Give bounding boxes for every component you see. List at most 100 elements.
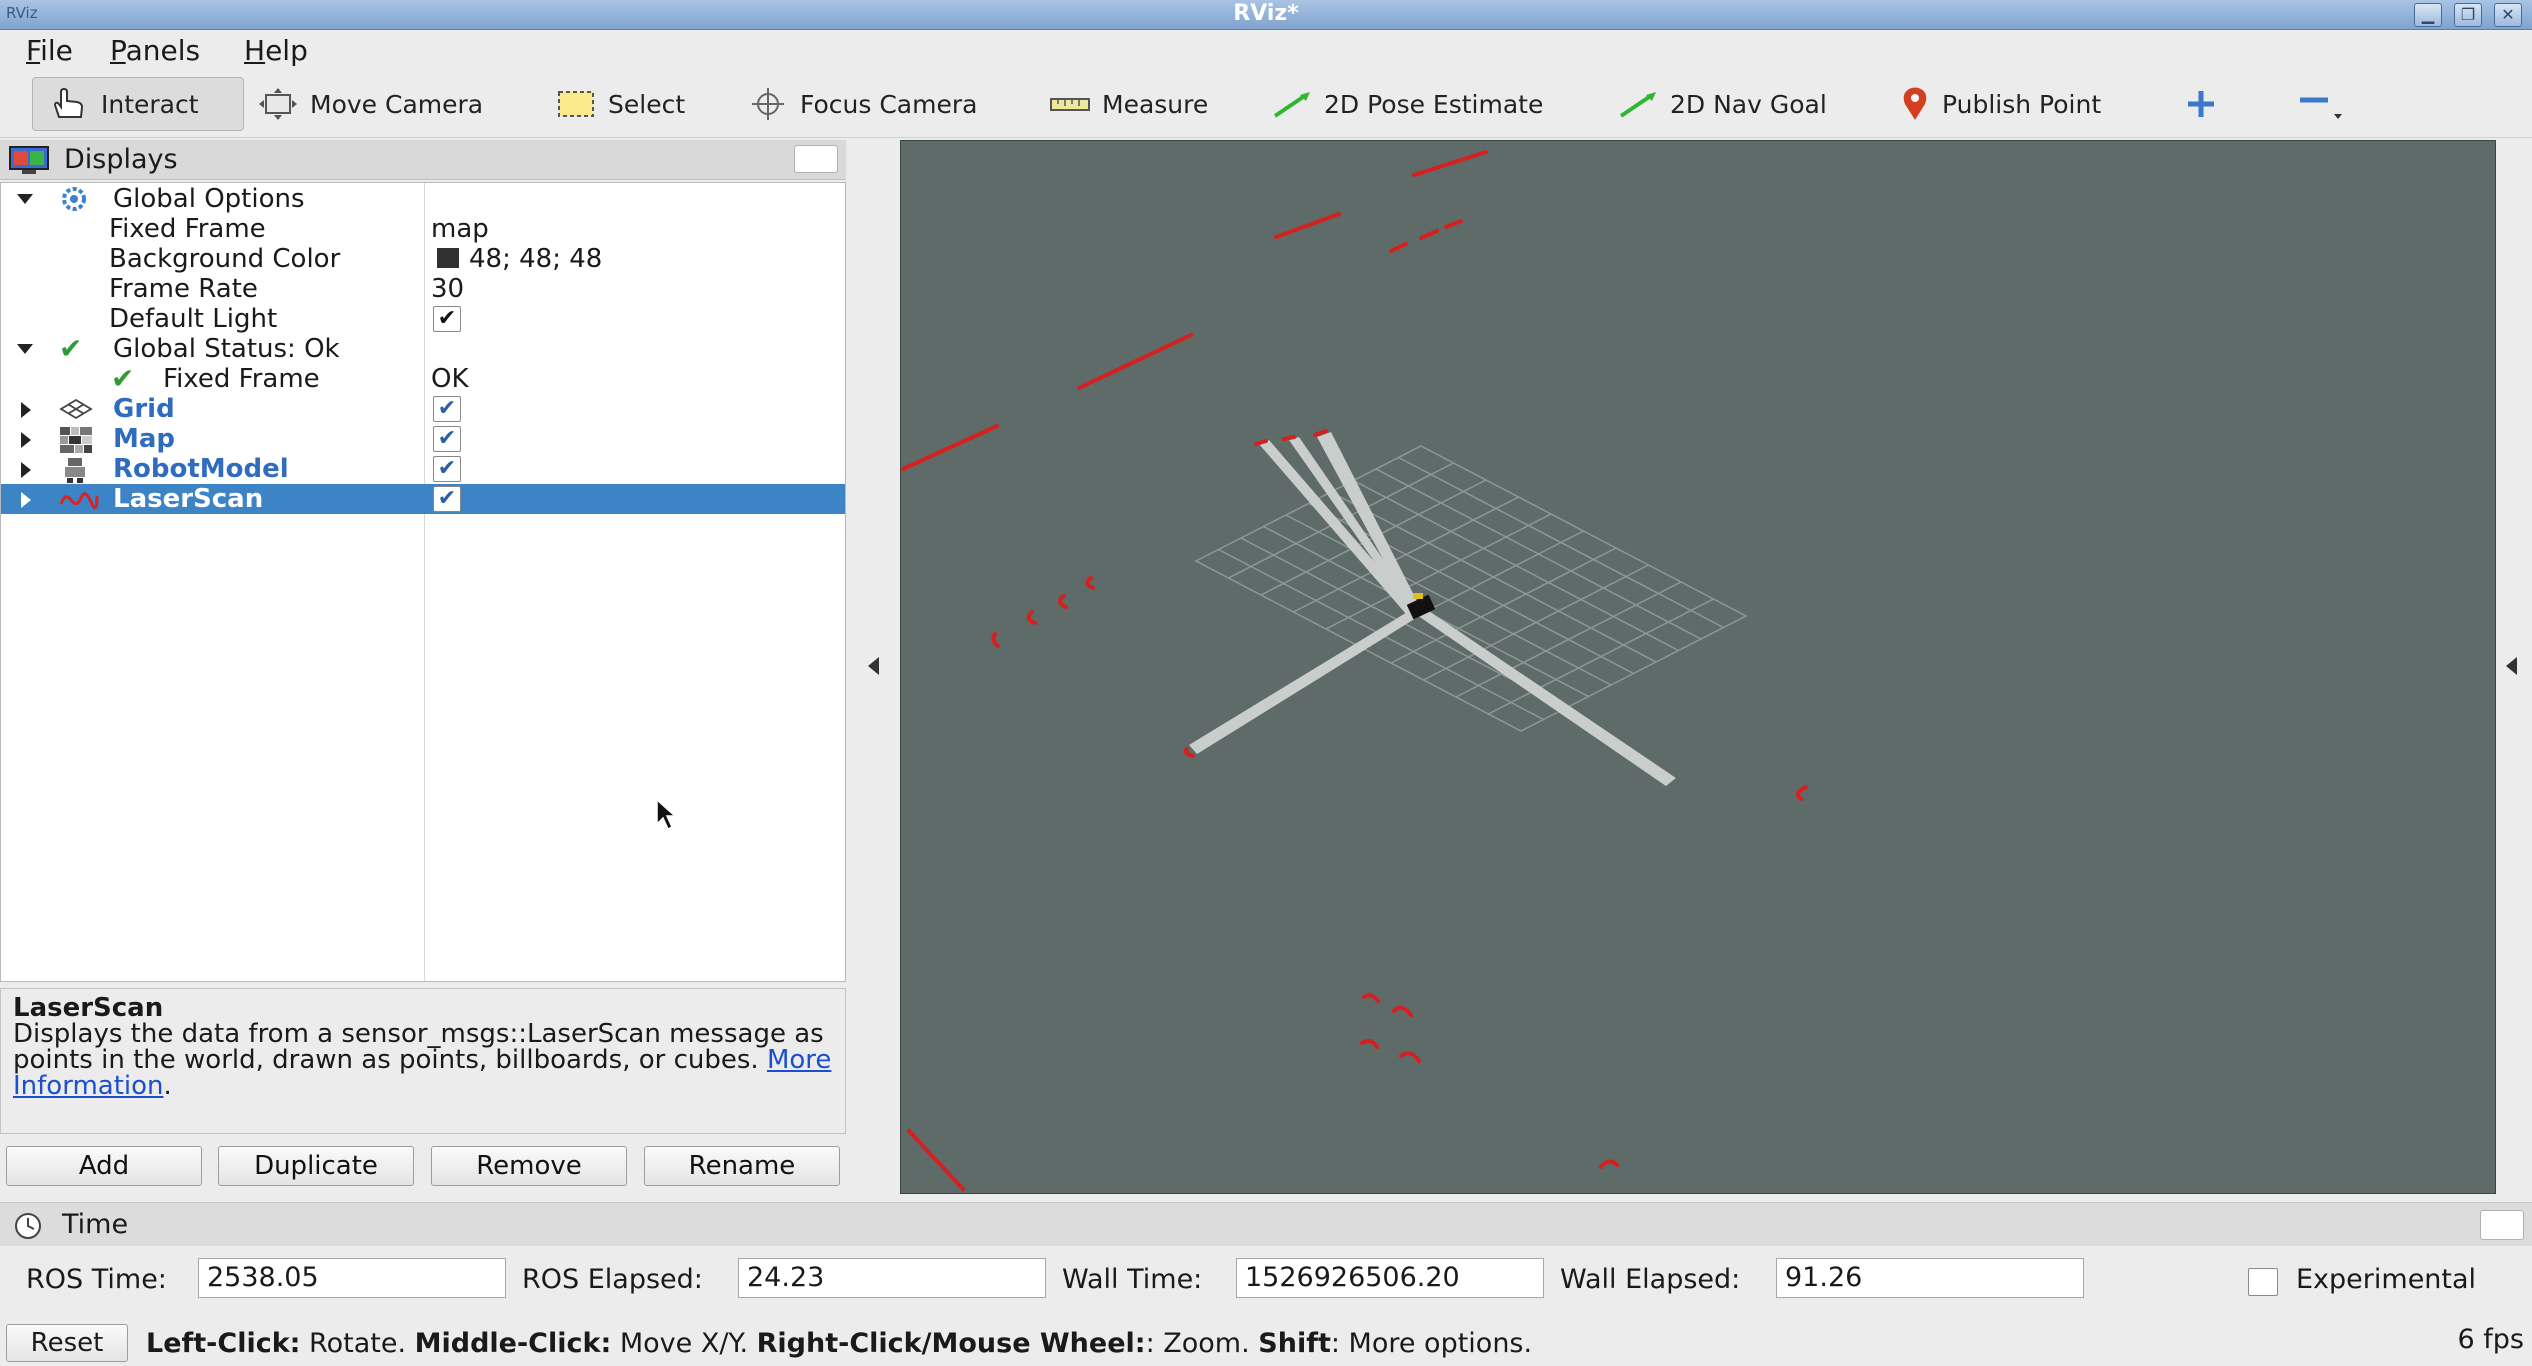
right-panel-strip bbox=[2496, 140, 2532, 1194]
select-label: Select bbox=[608, 89, 686, 119]
map-checkbox[interactable]: ✔ bbox=[433, 426, 461, 452]
tree-row-global-options[interactable]: Global Options bbox=[1, 184, 845, 214]
maximize-button[interactable]: ❐ bbox=[2454, 3, 2482, 27]
select-tool[interactable]: Select bbox=[556, 77, 685, 131]
hand-icon bbox=[49, 87, 89, 121]
wall-time-label: Wall Time: bbox=[1062, 1264, 1203, 1295]
wall-elapsed-field[interactable]: 91.26 bbox=[1776, 1258, 2084, 1298]
menu-help[interactable]: Help bbox=[244, 34, 308, 67]
expand-arrow-icon[interactable] bbox=[21, 402, 31, 418]
time-title: Time bbox=[62, 1209, 129, 1240]
menu-file[interactable]: File bbox=[26, 34, 73, 67]
color-swatch bbox=[437, 247, 459, 268]
menu-bar: File Panels Help bbox=[0, 30, 2532, 70]
remove-button[interactable]: Remove bbox=[431, 1146, 627, 1186]
focus-camera-label: Focus Camera bbox=[800, 89, 978, 119]
grid-checkbox[interactable]: ✔ bbox=[433, 396, 461, 422]
measure-label: Measure bbox=[1102, 89, 1209, 119]
status-fixed-frame-label: Fixed Frame bbox=[163, 364, 320, 394]
render-viewport[interactable] bbox=[900, 140, 2496, 1194]
window-title: RViz* bbox=[1233, 1, 1299, 26]
experimental-checkbox[interactable] bbox=[2248, 1268, 2278, 1296]
displays-undock-button[interactable] bbox=[794, 145, 838, 173]
publish-point-tool[interactable]: Publish Point bbox=[1900, 77, 2101, 131]
global-status-label: Global Status: Ok bbox=[113, 334, 340, 364]
time-panel: ROS Time: 2538.05 ROS Elapsed: 24.23 Wal… bbox=[0, 1248, 2532, 1314]
map-icon bbox=[59, 426, 92, 453]
robotmodel-label: RobotModel bbox=[113, 454, 289, 484]
grid-label: Grid bbox=[113, 394, 175, 424]
laserscan-checkbox[interactable]: ✔ bbox=[433, 486, 461, 512]
tree-row-map[interactable]: Map ✔ bbox=[1, 424, 845, 454]
collapse-right-icon[interactable] bbox=[2506, 657, 2517, 675]
map-pin-icon bbox=[1900, 86, 1930, 122]
toolbar: Interact Move Camera Select Focus Camera… bbox=[0, 70, 2532, 138]
grid-icon bbox=[59, 396, 93, 422]
frame-rate-value[interactable]: 30 bbox=[431, 274, 464, 304]
add-tool-button[interactable] bbox=[2184, 77, 2230, 131]
scene-canvas[interactable] bbox=[901, 141, 2495, 1193]
pose-estimate-tool[interactable]: 2D Pose Estimate bbox=[1272, 77, 1543, 131]
rename-button[interactable]: Rename bbox=[644, 1146, 840, 1186]
frame-rate-label: Frame Rate bbox=[109, 274, 258, 304]
reset-button[interactable]: Reset bbox=[6, 1324, 128, 1362]
displays-panel-header: Displays bbox=[0, 140, 846, 180]
expand-arrow-icon[interactable] bbox=[21, 462, 31, 478]
ros-elapsed-field[interactable]: 24.23 bbox=[738, 1258, 1046, 1298]
close-button[interactable]: ✕ bbox=[2494, 3, 2522, 27]
pose-estimate-label: 2D Pose Estimate bbox=[1324, 89, 1544, 119]
ros-time-label: ROS Time: bbox=[26, 1264, 167, 1295]
wall-time-field[interactable]: 1526926506.20 bbox=[1236, 1258, 1544, 1298]
time-panel-header: Time bbox=[0, 1202, 2532, 1246]
minimize-button[interactable]: ▁ bbox=[2414, 3, 2442, 27]
nav-goal-label: 2D Nav Goal bbox=[1670, 89, 1827, 119]
tree-row-fixed-frame[interactable]: Fixed Frame map bbox=[1, 214, 845, 244]
experimental-label: Experimental bbox=[2296, 1264, 2477, 1295]
remove-tool-button[interactable] bbox=[2298, 77, 2356, 131]
background-color-value[interactable]: 48; 48; 48 bbox=[437, 244, 602, 274]
add-button[interactable]: Add bbox=[6, 1146, 202, 1186]
interact-tool[interactable]: Interact bbox=[32, 77, 244, 131]
checkmark-icon: ✔ bbox=[111, 362, 135, 395]
tree-row-background-color[interactable]: Background Color 48; 48; 48 bbox=[1, 244, 845, 274]
panel-splitter[interactable] bbox=[846, 140, 900, 1200]
fixed-frame-value[interactable]: map bbox=[431, 214, 489, 244]
laser-scan-points bbox=[901, 150, 1808, 1191]
tree-row-global-status[interactable]: ✔ Global Status: Ok bbox=[1, 332, 845, 365]
tree-row-frame-rate[interactable]: Frame Rate 30 bbox=[1, 274, 845, 304]
robotmodel-checkbox[interactable]: ✔ bbox=[433, 456, 461, 482]
description-title: LaserScan bbox=[13, 993, 164, 1023]
move-camera-tool[interactable]: Move Camera bbox=[258, 77, 483, 131]
focus-camera-tool[interactable]: Focus Camera bbox=[748, 77, 977, 131]
duplicate-button[interactable]: Duplicate bbox=[218, 1146, 414, 1186]
ros-time-field[interactable]: 2538.05 bbox=[198, 1258, 506, 1298]
tree-row-robotmodel[interactable]: RobotModel ✔ bbox=[1, 454, 845, 484]
displays-monitor-icon bbox=[8, 145, 50, 182]
mouse-cursor-icon bbox=[656, 798, 677, 831]
tree-row-default-light[interactable]: Default Light ✔ bbox=[1, 304, 845, 334]
clock-icon bbox=[10, 1211, 46, 1248]
tree-row-laserscan[interactable]: LaserScan ✔ bbox=[1, 484, 845, 514]
expand-arrow-icon[interactable] bbox=[21, 492, 31, 508]
collapse-left-icon[interactable] bbox=[868, 657, 879, 675]
title-bar: RViz RViz* ▁ ❐ ✕ bbox=[0, 0, 2532, 30]
measure-tool[interactable]: Measure bbox=[1050, 77, 1208, 131]
focus-camera-icon bbox=[748, 86, 788, 122]
tree-row-status-fixed-frame[interactable]: ✔ Fixed Frame OK bbox=[1, 362, 845, 395]
nav-goal-tool[interactable]: 2D Nav Goal bbox=[1618, 77, 1827, 131]
fixed-frame-label: Fixed Frame bbox=[109, 214, 266, 244]
select-icon bbox=[556, 89, 596, 119]
description-text: Displays the data from a sensor_msgs::La… bbox=[13, 1019, 832, 1101]
default-light-checkbox[interactable]: ✔ bbox=[433, 306, 461, 332]
laserscan-icon bbox=[59, 486, 99, 512]
display-description-panel: LaserScan Displays the data from a senso… bbox=[0, 988, 846, 1134]
status-bar: Reset Left-Click: Rotate. Middle-Click: … bbox=[0, 1316, 2532, 1366]
expand-arrow-icon[interactable] bbox=[17, 344, 33, 354]
menu-panels[interactable]: Panels bbox=[110, 34, 200, 67]
expand-arrow-icon[interactable] bbox=[17, 194, 33, 204]
expand-arrow-icon[interactable] bbox=[21, 432, 31, 448]
tree-row-grid[interactable]: Grid ✔ bbox=[1, 394, 845, 424]
global-options-label: Global Options bbox=[113, 184, 305, 214]
map-label: Map bbox=[113, 424, 176, 454]
time-undock-button[interactable] bbox=[2480, 1210, 2524, 1240]
